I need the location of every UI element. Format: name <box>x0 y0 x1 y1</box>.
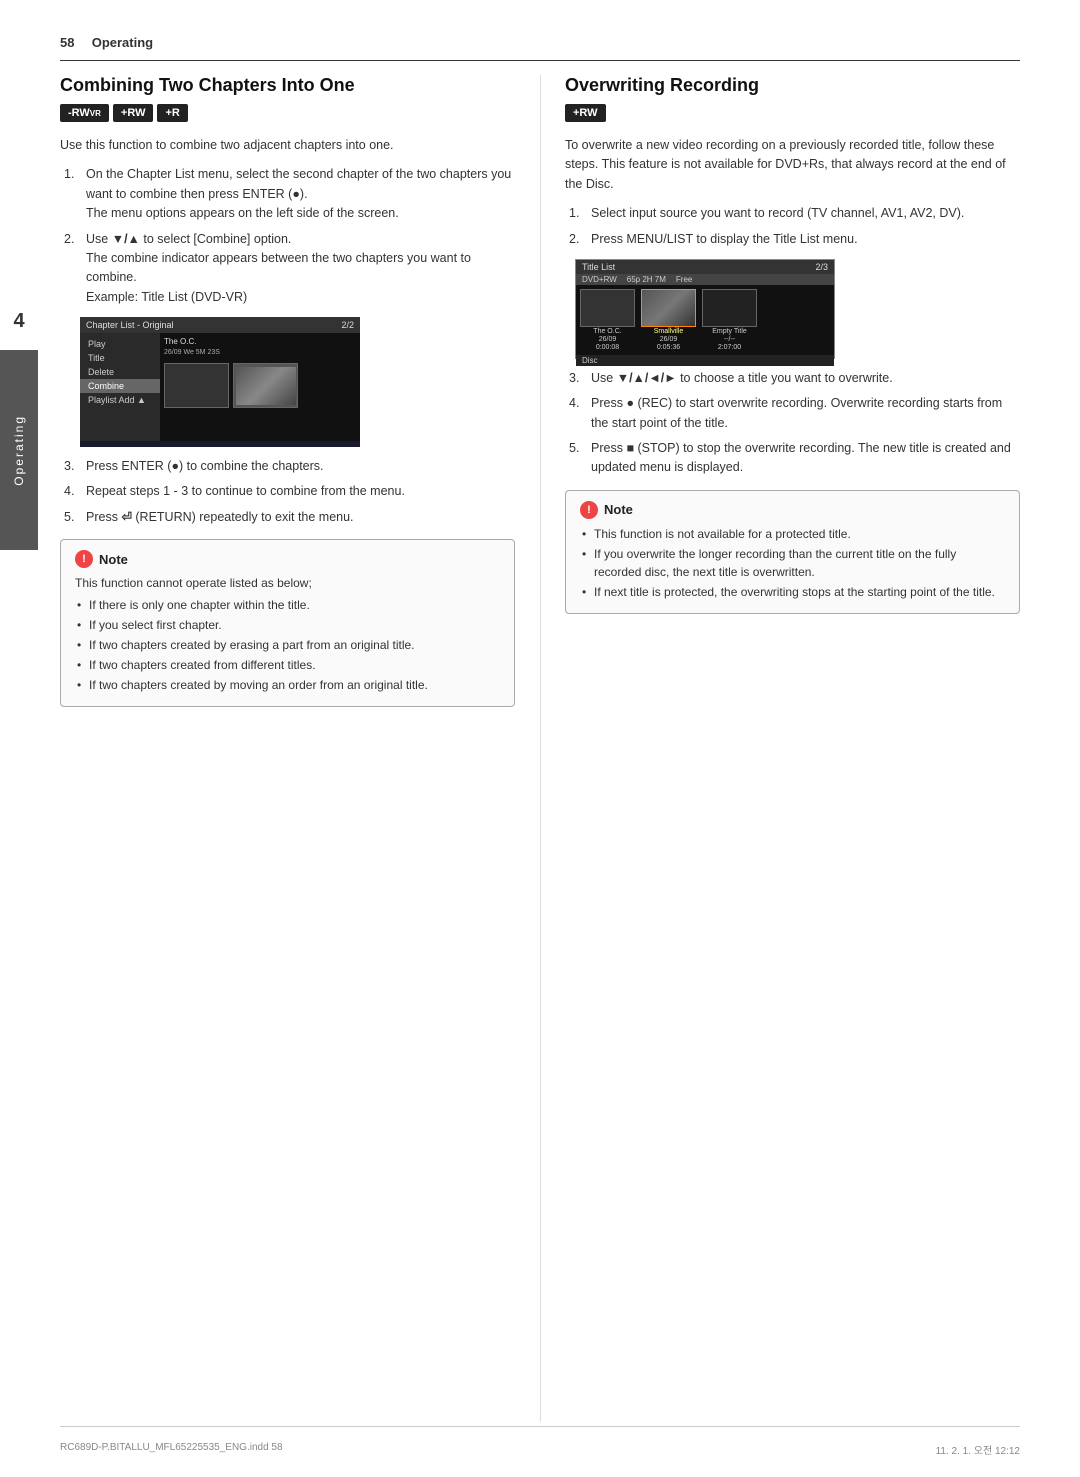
right-note-box: ! Note This function is not available fo… <box>565 490 1020 614</box>
right-step-4: 4. Press ● (REC) to start overwrite reco… <box>565 394 1020 433</box>
right-bullet-3: If next title is protected, the overwrit… <box>580 583 1005 601</box>
badge-rw: +RW <box>113 104 154 122</box>
left-step-3: 3. Press ENTER (●) to combine the chapte… <box>60 457 515 476</box>
left-note-bullets: If there is only one chapter within the … <box>75 596 500 694</box>
left-note-box: ! Note This function cannot operate list… <box>60 539 515 707</box>
right-steps-list-2: 3. Use ▼/▲/◄/► to choose a title you wan… <box>565 369 1020 478</box>
footer-right: 11. 2. 1. 오전 12:12 <box>936 1442 1020 1457</box>
side-tab: Operating <box>0 350 38 550</box>
menu-item-delete: Delete <box>80 365 160 379</box>
right-steps-list: 1. Select input source you want to recor… <box>565 204 1020 249</box>
left-step-2: 2. Use ▼/▲ to select [Combine] option.Th… <box>60 230 515 308</box>
title-info-3: Empty Title <box>712 328 747 335</box>
right-section-title: Overwriting Recording <box>565 75 1020 96</box>
menu-item-playlist: Playlist Add ▲ <box>80 393 160 407</box>
chapter-content: The O.C. 26/09 We 5M 23S <box>160 333 360 441</box>
title-date-3: --/-- <box>724 336 735 343</box>
title-item-1: The O.C. 26/09 0:00:08 <box>580 289 635 351</box>
title-info-2: Smallville <box>654 328 684 335</box>
page-number: 58 <box>60 35 74 50</box>
side-tab-number: 4 <box>0 310 38 333</box>
right-step-2: 2. Press MENU/LIST to display the Title … <box>565 230 1020 249</box>
bottom-border <box>60 1426 1020 1427</box>
left-intro: Use this function to combine two adjacen… <box>60 136 515 155</box>
title-list-footer: Disc <box>576 355 834 366</box>
chapter-thumb-inner <box>236 367 296 405</box>
bullet-3: If two chapters created by erasing a par… <box>75 636 500 654</box>
menu-item-combine: Combine <box>80 379 160 393</box>
chapter-menu: Play Title Delete Combine Playlist Add ▲ <box>80 333 160 441</box>
bullet-4: If two chapters created from different t… <box>75 656 500 674</box>
note-icon-left: ! <box>75 550 93 568</box>
title-list-items: The O.C. 26/09 0:00:08 Smallville 26/09 … <box>576 285 834 355</box>
right-intro: To overwrite a new video recording on a … <box>565 136 1020 194</box>
left-step-4: 4. Repeat steps 1 - 3 to continue to com… <box>60 482 515 501</box>
title-info-1: The O.C. <box>593 328 621 335</box>
title-item-3: Empty Title --/-- 2:07:00 <box>702 289 757 351</box>
left-section-title: Combining Two Chapters Into One <box>60 75 515 96</box>
menu-item-title: Title <box>80 351 160 365</box>
badge-rwvr: -RWVR <box>60 104 109 122</box>
chapter-list-body: Play Title Delete Combine Playlist Add ▲… <box>80 333 360 441</box>
right-step-5: 5. Press ■ (STOP) to stop the overwrite … <box>565 439 1020 478</box>
right-note-header: ! Note <box>580 501 1005 519</box>
note-icon-right: ! <box>580 501 598 519</box>
left-badge-row: -RWVR +RW +R <box>60 104 515 122</box>
right-badge-row: +RW <box>565 104 1020 122</box>
header-section: Operating <box>84 35 153 50</box>
left-note-body: This function cannot operate listed as b… <box>75 574 500 694</box>
left-note-header: ! Note <box>75 550 500 568</box>
title-thumb-3 <box>702 289 757 327</box>
title-time-1: 0:00:08 <box>596 344 619 351</box>
top-border <box>60 60 1020 61</box>
side-tab-label: Operating <box>12 415 26 486</box>
right-step-3: 3. Use ▼/▲/◄/► to choose a title you wan… <box>565 369 1020 388</box>
content-area: Combining Two Chapters Into One -RWVR +R… <box>60 75 1020 1422</box>
right-bullet-2: If you overwrite the longer recording th… <box>580 545 1005 581</box>
badge-r: +R <box>157 104 187 122</box>
page-container: 4 Operating 58 Operating Combining Two C… <box>0 0 1080 1477</box>
bullet-2: If you select first chapter. <box>75 616 500 634</box>
title-item-2: Smallville 26/09 0:05:36 <box>641 289 696 351</box>
chapter-title: The O.C. <box>164 337 356 346</box>
title-date-1: 26/09 <box>599 336 617 343</box>
title-list-header: Title List 2/3 <box>576 260 834 274</box>
right-step-1: 1. Select input source you want to recor… <box>565 204 1020 223</box>
title-thumb-img-2 <box>642 290 695 326</box>
right-note-body: This function is not available for a pro… <box>580 525 1005 601</box>
chapter-date: 26/09 We 5M 23S <box>164 349 356 356</box>
chapter-thumb-1 <box>164 363 229 408</box>
chapter-list-image: Chapter List - Original 2/2 Play Title D… <box>80 317 360 447</box>
left-step-5: 5. Press ⏎ (RETURN) repeatedly to exit t… <box>60 508 515 527</box>
right-bullet-1: This function is not available for a pro… <box>580 525 1005 543</box>
right-note-bullets: This function is not available for a pro… <box>580 525 1005 601</box>
chapter-thumb-2 <box>233 363 298 408</box>
right-column: Overwriting Recording +RW To overwrite a… <box>555 75 1020 1422</box>
page-footer: RC689D-P.BITALLU_MFL65225535_ENG.indd 58… <box>60 1442 1020 1457</box>
bullet-5: If two chapters created by moving an ord… <box>75 676 500 694</box>
menu-item-play: Play <box>80 337 160 351</box>
footer-left: RC689D-P.BITALLU_MFL65225535_ENG.indd 58 <box>60 1442 283 1457</box>
left-step-1: 1. On the Chapter List menu, select the … <box>60 165 515 223</box>
title-date-2: 26/09 <box>660 336 678 343</box>
title-thumb-2 <box>641 289 696 327</box>
title-list-image: Title List 2/3 DVD+RW 65p 2H 7M Free The… <box>575 259 835 359</box>
title-time-2: 0:05:36 <box>657 344 680 351</box>
left-steps-list-2: 3. Press ENTER (●) to combine the chapte… <box>60 457 515 527</box>
left-steps-list: 1. On the Chapter List menu, select the … <box>60 165 515 307</box>
title-time-3: 2:07:00 <box>718 344 741 351</box>
chapter-list-header: Chapter List - Original 2/2 <box>80 317 360 333</box>
left-column: Combining Two Chapters Into One -RWVR +R… <box>60 75 525 1422</box>
title-thumb-1 <box>580 289 635 327</box>
badge-rw2: +RW <box>565 104 606 122</box>
page-header: 58 Operating <box>60 35 1020 50</box>
bullet-1: If there is only one chapter within the … <box>75 596 500 614</box>
title-list-sub: DVD+RW 65p 2H 7M Free <box>576 274 834 285</box>
